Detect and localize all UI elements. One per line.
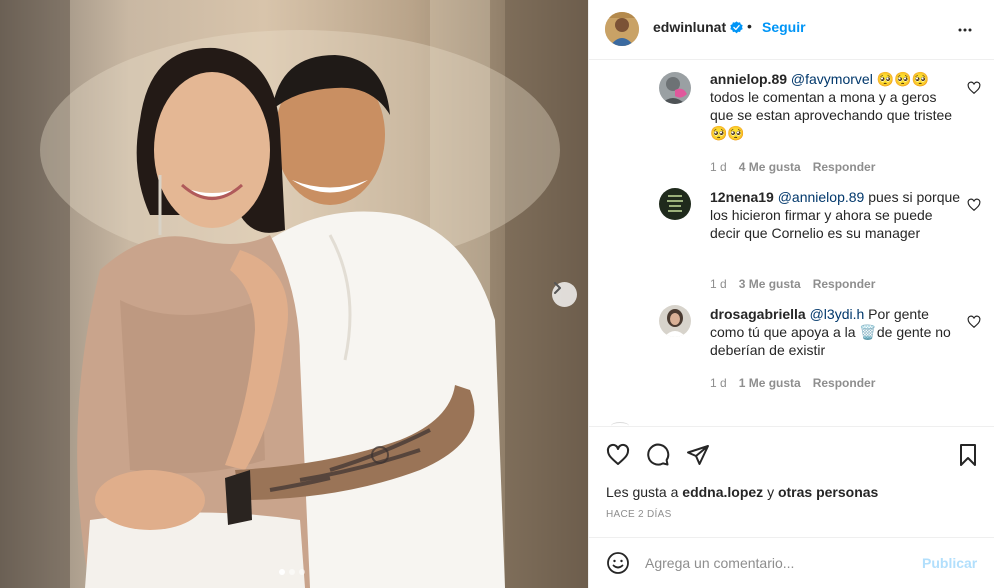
likes-summary: Les gusta a eddna.lopez y otras personas [606, 484, 878, 500]
comment-text: 12nena19 @annielop.89 pues si porque los… [710, 188, 962, 242]
like-heart-icon[interactable] [606, 443, 630, 467]
likes-mid: y [763, 484, 778, 500]
share-paper-plane-icon[interactable] [686, 443, 710, 467]
follow-button[interactable]: Seguir [762, 19, 806, 35]
post-actions: Les gusta a eddna.lopez y otras personas… [589, 426, 994, 526]
post-header: edwinlunat • Seguir [589, 0, 994, 60]
next-slide-button[interactable] [552, 282, 577, 307]
save-bookmark-icon[interactable] [956, 443, 980, 467]
comment-username[interactable]: 12nena19 [710, 189, 774, 205]
header-separator: • [747, 18, 752, 34]
author-username[interactable]: edwinlunat [653, 19, 726, 35]
comment-emoji: 🥺🥺🥺 [872, 71, 930, 87]
commenter-avatar[interactable] [659, 72, 691, 104]
publish-button[interactable]: Publicar [922, 555, 977, 571]
comment-meta: 1 d 4 Me gusta Responder [710, 160, 875, 174]
comment-username[interactable]: annielop.89 [710, 71, 787, 87]
author-avatar[interactable] [605, 12, 639, 46]
comment-time[interactable]: 1 d [710, 376, 727, 390]
comment-bubble-icon[interactable] [646, 443, 670, 467]
avatar-image [659, 305, 691, 337]
carousel-indicator [279, 569, 305, 575]
comment-like-heart-icon[interactable] [967, 198, 981, 212]
comment-input[interactable] [645, 552, 905, 574]
carousel-dot [299, 569, 305, 575]
comment-likes-count[interactable]: 1 Me gusta [739, 376, 801, 390]
comment-text: drosagabriella @l3ydi.h Por gente como t… [710, 305, 962, 359]
comment-body: todos le comentan a mona y a geros que s… [710, 89, 953, 141]
comments-list[interactable]: annielop.89 @favymorvel 🥺🥺🥺 todos le com… [589, 60, 994, 426]
likes-username[interactable]: eddna.lopez [682, 484, 763, 500]
carousel-dot-active [279, 569, 285, 575]
likes-others-link[interactable]: otras personas [778, 484, 878, 500]
more-horizontal-icon[interactable] [955, 20, 975, 40]
comment-username[interactable]: drosagabriella [710, 306, 806, 322]
avatar-image [659, 72, 691, 104]
add-comment-bar: Publicar [589, 537, 994, 588]
comment-reply-button[interactable]: Responder [813, 160, 876, 174]
post-side-panel: edwinlunat • Seguir annielop.89 @favymor… [588, 0, 994, 588]
comment-likes-count[interactable]: 3 Me gusta [739, 277, 801, 291]
couple-photo-illustration [0, 0, 588, 588]
comment-likes-count[interactable]: 4 Me gusta [739, 160, 801, 174]
comment-mention[interactable]: @annielop.89 [778, 189, 865, 205]
post-age[interactable]: HACE 2 DÍAS [606, 509, 672, 520]
comment-reply-button[interactable]: Responder [813, 376, 876, 390]
comment-text: annielop.89 @favymorvel 🥺🥺🥺 todos le com… [710, 70, 962, 142]
commenter-avatar[interactable] [659, 188, 691, 220]
avatar-image [659, 188, 691, 220]
comment-meta: 1 d 1 Me gusta Responder [710, 376, 875, 390]
likes-prefix: Les gusta a [606, 484, 683, 500]
post-photo [0, 0, 588, 588]
comment-mention[interactable]: @favymorvel [791, 71, 873, 87]
verified-badge-icon [730, 21, 743, 34]
commenter-avatar[interactable] [659, 305, 691, 337]
comment-time[interactable]: 1 d [710, 277, 727, 291]
comment-like-heart-icon[interactable] [967, 315, 981, 329]
emoji-icon[interactable] [606, 551, 630, 575]
carousel-dot [289, 569, 295, 575]
comment-time[interactable]: 1 d [710, 160, 727, 174]
comment-reply-button[interactable]: Responder [813, 277, 876, 291]
chevron-right-icon [554, 282, 561, 294]
avatar-image [605, 12, 639, 46]
comment-meta: 1 d 3 Me gusta Responder [710, 277, 875, 291]
comment-like-heart-icon[interactable] [967, 81, 981, 95]
comment-mention[interactable]: @l3ydi.h [810, 306, 865, 322]
